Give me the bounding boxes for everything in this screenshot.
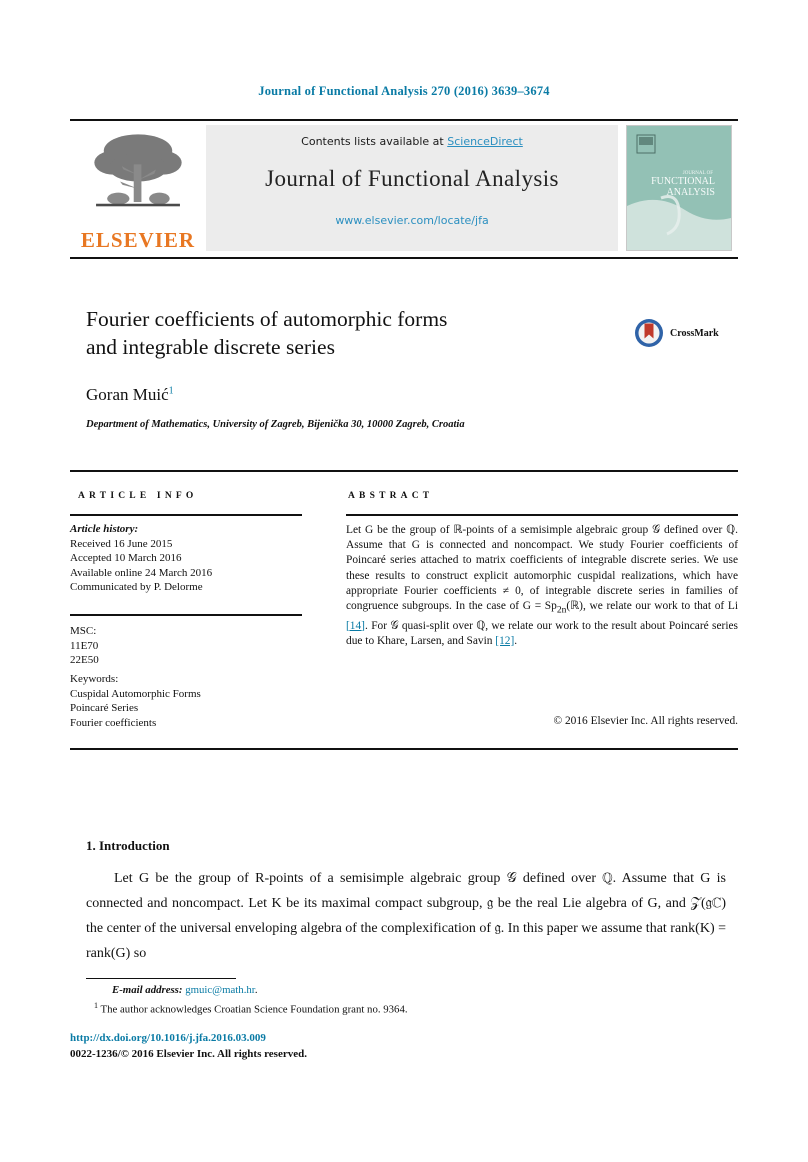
received-date: Received 16 June 2015 xyxy=(70,537,173,550)
section-heading-introduction: 1. Introduction xyxy=(86,838,170,853)
journal-title: Journal of Functional Analysis xyxy=(265,166,559,191)
abstract-text: Let G be the group of ℝ-points of a semi… xyxy=(346,523,738,649)
msc-code: 11E70 xyxy=(70,639,99,652)
keywords-block: Keywords: Cuspidal Automorphic Forms Poi… xyxy=(70,672,320,730)
doi-link[interactable]: http://dx.doi.org/10.1016/j.jfa.2016.03.… xyxy=(70,1032,266,1044)
citation-link-14[interactable]: [14] xyxy=(346,620,365,632)
abstract-header: ABSTRACT xyxy=(348,491,434,501)
info-rule-top xyxy=(70,470,738,472)
cover-line-3: ANALYSIS xyxy=(667,187,715,198)
masthead-center-panel: Contents lists available at ScienceDirec… xyxy=(206,125,618,251)
abstract-part-3: . For 𝒢 quasi-split over ℚ, we relate ou… xyxy=(346,619,738,647)
footnote-grant-text: The author acknowledges Croatian Science… xyxy=(100,1003,408,1016)
introduction-paragraph: Let G be the group of R-points of a semi… xyxy=(86,871,727,961)
footnote-grant-line: 1 The author acknowledges Croatian Scien… xyxy=(86,998,686,1018)
contents-available-text: Contents lists available at xyxy=(301,135,448,148)
issn-copyright-line: 0022-1236/© 2016 Elsevier Inc. All right… xyxy=(70,1048,307,1060)
keywords-label: Keywords: xyxy=(70,673,119,685)
crossmark-label: CrossMark xyxy=(670,327,719,339)
article-info-header: ARTICLE INFO xyxy=(78,491,198,501)
footnote-email-line: E-mail address: gmuic@math.hr. xyxy=(86,983,686,998)
journal-homepage-link[interactable]: www.elsevier.com/locate/jfa xyxy=(335,214,488,227)
author-name: Goran Muić1 xyxy=(86,385,174,405)
title-block: Fourier coefficients of automorphic form… xyxy=(86,305,606,361)
crossmark-icon xyxy=(635,319,663,347)
contents-available-line: Contents lists available at ScienceDirec… xyxy=(301,135,523,148)
author-name-text: Goran Muić xyxy=(86,385,169,404)
keyword-item: Cuspidal Automorphic Forms xyxy=(70,687,201,700)
info-rule-left xyxy=(70,514,302,516)
masthead-rule-bottom xyxy=(70,257,738,259)
abstract-part-2: (ℝ), we relate our work to that of Li xyxy=(566,600,739,613)
info-rule-bottom xyxy=(70,748,738,750)
elsevier-logo: ELSEVIER xyxy=(74,125,202,253)
article-title-line-1: Fourier coefficients of automorphic form… xyxy=(86,307,448,331)
citation-link-12[interactable]: [12] xyxy=(495,635,514,647)
abstract-copyright: © 2016 Elsevier Inc. All rights reserved… xyxy=(553,715,738,727)
email-period: . xyxy=(254,984,258,996)
info-rule-history xyxy=(70,614,302,616)
running-head: Journal of Functional Analysis 270 (2016… xyxy=(258,84,550,98)
cover-line-2: FUNCTIONAL xyxy=(651,176,715,187)
abstract-part-4: . xyxy=(514,634,518,647)
abstract-subscript: 2n xyxy=(556,605,567,616)
footnote-number: 1 xyxy=(94,1001,98,1010)
author-affiliation: Department of Mathematics, University of… xyxy=(86,419,465,430)
journal-cover-image: JOURNAL OF FUNCTIONAL ANALYSIS xyxy=(627,126,731,250)
article-title: Fourier coefficients of automorphic form… xyxy=(86,305,606,361)
abstract-part-1: Let G be the group of ℝ-points of a semi… xyxy=(346,524,738,613)
msc-code: 22E50 xyxy=(70,654,99,667)
article-first-page: Journal of Functional Analysis 270 (2016… xyxy=(0,0,808,1162)
keyword-item: Fourier coefficients xyxy=(70,716,157,729)
masthead-rule-top xyxy=(70,119,738,121)
msc-block: MSC: 11E70 22E50 xyxy=(70,624,320,668)
article-title-line-2: and integrable discrete series xyxy=(86,335,335,359)
info-rule-right xyxy=(346,514,738,516)
article-history-block: Article history: Received 16 June 2015 A… xyxy=(70,522,320,595)
elsevier-tree-icon xyxy=(94,134,182,207)
available-online-date: Available online 24 March 2016 xyxy=(70,566,213,579)
author-footnote-marker[interactable]: 1 xyxy=(169,385,174,396)
article-history-label: Article history: xyxy=(70,523,139,535)
footnote-block: E-mail address: gmuic@math.hr. 1 The aut… xyxy=(86,983,686,1018)
communicated-by: Communicated by P. Delorme xyxy=(70,581,203,594)
msc-label: MSC: xyxy=(70,625,97,637)
accepted-date: Accepted 10 March 2016 xyxy=(70,552,182,565)
journal-masthead: ELSEVIER Contents lists available at Sci… xyxy=(70,119,738,259)
journal-cover-thumbnail: JOURNAL OF FUNCTIONAL ANALYSIS xyxy=(626,125,732,251)
email-label: E-mail address: xyxy=(112,984,183,996)
elsevier-wordmark: ELSEVIER xyxy=(80,228,196,252)
sciencedirect-link[interactable]: ScienceDirect xyxy=(447,135,523,148)
footnote-separator xyxy=(86,978,236,980)
email-link[interactable]: gmuic@math.hr xyxy=(185,984,255,996)
keyword-item: Poincaré Series xyxy=(70,702,139,715)
crossmark-badge[interactable]: CrossMark xyxy=(634,315,738,351)
